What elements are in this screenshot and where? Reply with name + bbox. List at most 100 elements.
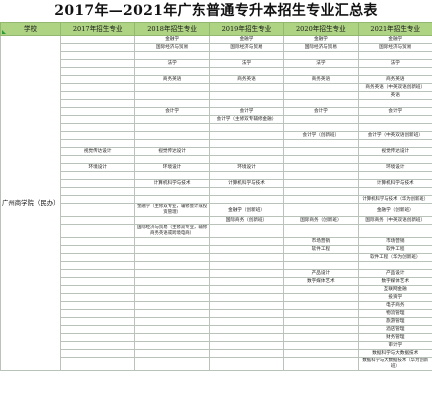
major-cell[interactable] [208,67,285,76]
major-cell[interactable]: 软件工程 [283,245,359,254]
major-cell[interactable]: 计算机科学与技术 [357,179,432,188]
major-cell[interactable] [357,51,432,60]
major-cell[interactable] [208,341,285,350]
major-cell[interactable]: 金融学 [134,35,210,44]
major-cell[interactable] [357,261,432,270]
major-cell[interactable] [283,163,359,172]
major-cell[interactable] [59,325,136,334]
major-cell[interactable]: 环境设计 [134,163,210,172]
major-cell[interactable]: 国际经济与贸易 [357,43,432,52]
major-cell[interactable] [208,123,285,132]
major-cell[interactable]: 金融学（创新班） [357,203,432,217]
major-cell[interactable]: 市场营销 [283,237,359,246]
major-cell[interactable] [283,309,359,318]
major-cell[interactable] [134,309,210,318]
major-cell[interactable] [283,115,359,124]
major-cell[interactable] [134,99,210,108]
major-cell[interactable]: 数据科学与大数据技术 [357,349,432,358]
major-cell[interactable] [208,224,285,238]
major-cell[interactable]: 法学 [357,59,432,68]
major-cell[interactable] [134,115,210,124]
major-cell[interactable] [283,99,359,108]
major-cell[interactable]: 环境设计 [59,163,136,172]
major-cell[interactable] [208,317,285,326]
major-cell[interactable]: 市场营销 [357,237,432,246]
major-cell[interactable] [59,123,136,132]
major-cell[interactable] [208,261,285,270]
major-cell[interactable] [59,317,136,326]
major-cell[interactable] [208,83,285,92]
major-cell[interactable] [357,99,432,108]
major-cell[interactable] [59,179,136,188]
major-cell[interactable] [59,83,136,92]
major-cell[interactable] [134,216,210,225]
major-cell[interactable]: 法学 [283,59,359,68]
major-cell[interactable] [357,224,432,238]
major-cell[interactable]: 酒店管理 [357,325,432,334]
major-cell[interactable] [283,325,359,334]
major-cell[interactable] [357,115,432,124]
major-cell[interactable] [134,301,210,310]
major-cell[interactable] [208,187,285,196]
major-cell[interactable] [357,187,432,196]
major-cell[interactable]: 电子商务 [357,301,432,310]
major-cell[interactable] [134,349,210,358]
major-cell[interactable] [59,293,136,302]
major-cell[interactable]: 国际经济与贸易（主修双专业，辅修商务英语或跨境电商） [134,224,210,238]
major-cell[interactable] [59,67,136,76]
major-cell[interactable] [208,253,285,262]
major-cell[interactable] [134,341,210,350]
major-cell[interactable] [208,293,285,302]
major-cell[interactable]: 软件工程 [357,245,432,254]
major-cell[interactable]: 金融学 [357,35,432,44]
major-cell[interactable] [59,43,136,52]
major-cell[interactable] [59,253,136,262]
major-cell[interactable]: 商务英语（中英双语创新班） [357,83,432,92]
major-cell[interactable] [134,83,210,92]
major-cell[interactable] [208,155,285,164]
major-cell[interactable] [134,67,210,76]
major-cell[interactable] [134,155,210,164]
major-cell[interactable] [283,293,359,302]
major-cell[interactable] [134,325,210,334]
major-cell[interactable]: 数字媒体艺术 [357,277,432,286]
major-cell[interactable] [134,253,210,262]
major-cell[interactable] [283,91,359,100]
header-2019[interactable]: 2019年招生专业 [208,22,285,36]
major-cell[interactable]: 国际商务（创新班） [283,216,359,225]
major-cell[interactable]: 国际商务（中英双语创新班） [357,216,432,225]
major-cell[interactable] [283,139,359,148]
major-cell[interactable] [357,139,432,148]
major-cell[interactable] [59,195,136,204]
major-cell[interactable]: 法学 [134,59,210,68]
major-cell[interactable]: 环境设计 [357,163,432,172]
header-2021[interactable]: 2021年招生专业 [357,22,432,36]
major-cell[interactable] [283,349,359,358]
major-cell[interactable]: 国际经济与贸易 [208,43,285,52]
major-cell[interactable] [59,155,136,164]
major-cell[interactable] [283,123,359,132]
major-cell[interactable] [208,309,285,318]
major-cell[interactable] [357,171,432,180]
major-cell[interactable] [283,179,359,188]
major-cell[interactable] [208,269,285,278]
major-cell[interactable]: 金融学（创新班） [208,203,285,217]
major-cell[interactable] [134,237,210,246]
major-cell[interactable]: 商务英语 [283,75,359,84]
major-cell[interactable]: 会计学 [134,107,210,116]
major-cell[interactable]: 会计学 [283,107,359,116]
major-cell[interactable]: 数据科学与大数据技术（华为创新班） [357,357,432,371]
major-cell[interactable] [134,139,210,148]
major-cell[interactable]: 会计学（中英双语创新班） [357,131,432,140]
major-cell[interactable]: 软件工程（华为创新班） [357,253,432,262]
major-cell[interactable]: 国际商务（创新班） [208,216,285,225]
major-cell[interactable] [59,75,136,84]
major-cell[interactable] [134,123,210,132]
major-cell[interactable] [283,203,359,217]
header-2018[interactable]: 2018年招生专业 [134,22,210,36]
major-cell[interactable] [59,224,136,238]
major-cell[interactable] [208,195,285,204]
major-cell[interactable] [59,349,136,358]
major-cell[interactable] [208,301,285,310]
major-cell[interactable] [59,333,136,342]
